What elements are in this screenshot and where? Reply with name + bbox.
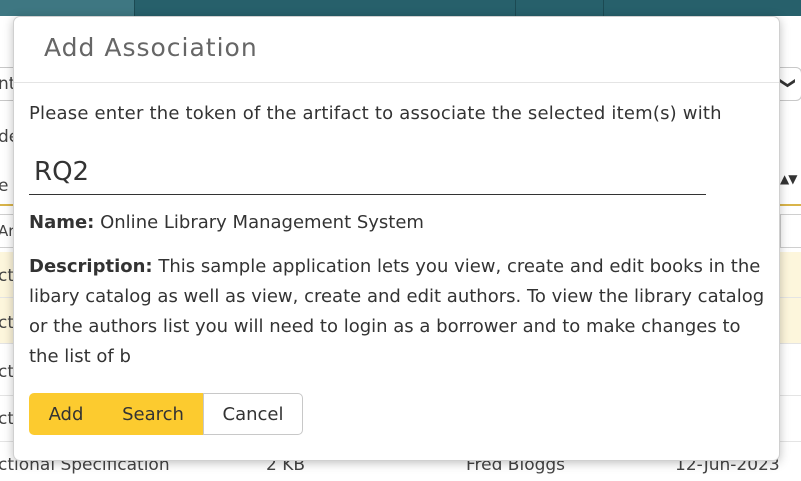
dialog-prompt: Please enter the token of the artifact t…: [29, 103, 722, 124]
table-cell: ct: [0, 362, 15, 382]
add-association-dialog: Add Association Please enter the token o…: [13, 16, 780, 461]
table-cell: ct: [0, 266, 15, 286]
background-column-header: e: [0, 176, 9, 196]
add-button[interactable]: Add: [29, 393, 103, 435]
chevron-down-icon: ❯: [779, 76, 798, 90]
description-label: Description:: [29, 256, 153, 277]
app-header: [0, 0, 801, 16]
table-cell: ct: [0, 313, 15, 333]
header-tab[interactable]: [515, 0, 603, 16]
artifact-token-input[interactable]: [29, 149, 706, 195]
background-dropdown-right[interactable]: ❯: [778, 67, 801, 101]
filter-input[interactable]: [780, 214, 801, 248]
cancel-button[interactable]: Cancel: [203, 393, 303, 435]
header-tab[interactable]: [134, 0, 515, 16]
table-cell: ct: [0, 409, 15, 429]
name-value: Online Library Management System: [100, 212, 424, 233]
header-tab[interactable]: [603, 0, 801, 16]
search-button[interactable]: Search: [103, 393, 203, 435]
dialog-title: Add Association: [44, 33, 258, 62]
dialog-header: Add Association: [14, 17, 779, 83]
header-tab[interactable]: [0, 0, 134, 16]
dialog-button-group: Add Search Cancel: [29, 393, 303, 435]
artifact-name-row: Name: Online Library Management System: [29, 212, 424, 233]
artifact-description: Description: This sample application let…: [29, 252, 769, 372]
name-label: Name:: [29, 212, 95, 233]
sort-icon[interactable]: ▲▼: [780, 172, 797, 186]
